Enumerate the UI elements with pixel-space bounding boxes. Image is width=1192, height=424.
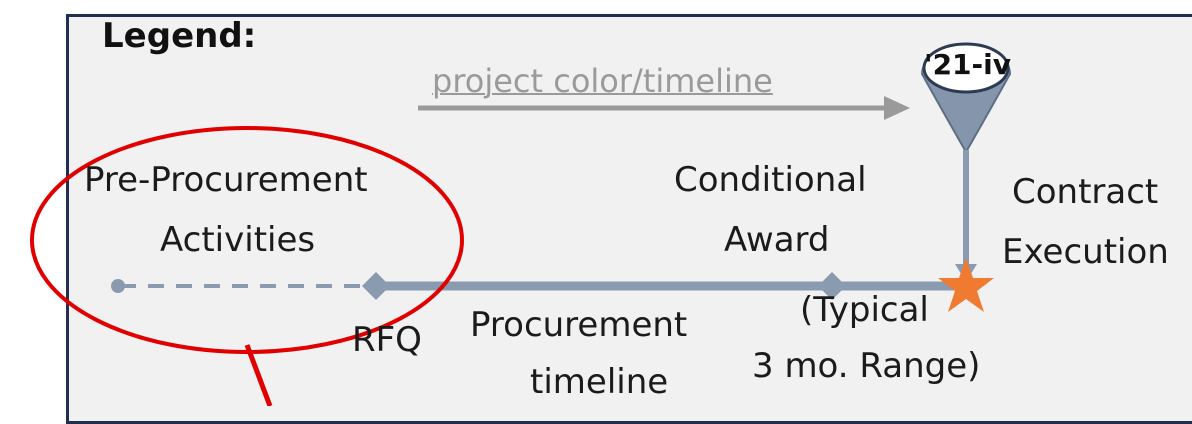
highlight-pointer-line: [244, 344, 273, 406]
procurement-timeline-label-line1: Procurement: [470, 305, 688, 345]
typical-range-label-line1: (Typical: [800, 290, 929, 330]
conditional-award-label-line1: Conditional: [674, 160, 867, 200]
rfq-diamond: [362, 272, 390, 300]
legend-title: Legend:: [102, 16, 257, 56]
pre-procurement-label-line1: Pre-Procurement: [84, 160, 368, 200]
typical-range-label-line2: 3 mo. Range): [752, 346, 981, 386]
rfq-label: RFQ: [352, 320, 422, 360]
contract-execution-label-line1: Contract: [1012, 172, 1159, 212]
conditional-award-label-line2: Award: [724, 220, 830, 260]
contract-execution-label-line2: Execution: [1002, 232, 1169, 272]
pin-label: '21-iv: [924, 48, 1012, 81]
legend-arrow-head: [884, 96, 910, 120]
timeline-legend-label: project color/timeline: [432, 62, 773, 100]
procurement-timeline-label-line2: timeline: [530, 362, 669, 402]
pre-procurement-label-line2: Activities: [160, 220, 316, 260]
pre-procurement-dot: [111, 279, 125, 293]
